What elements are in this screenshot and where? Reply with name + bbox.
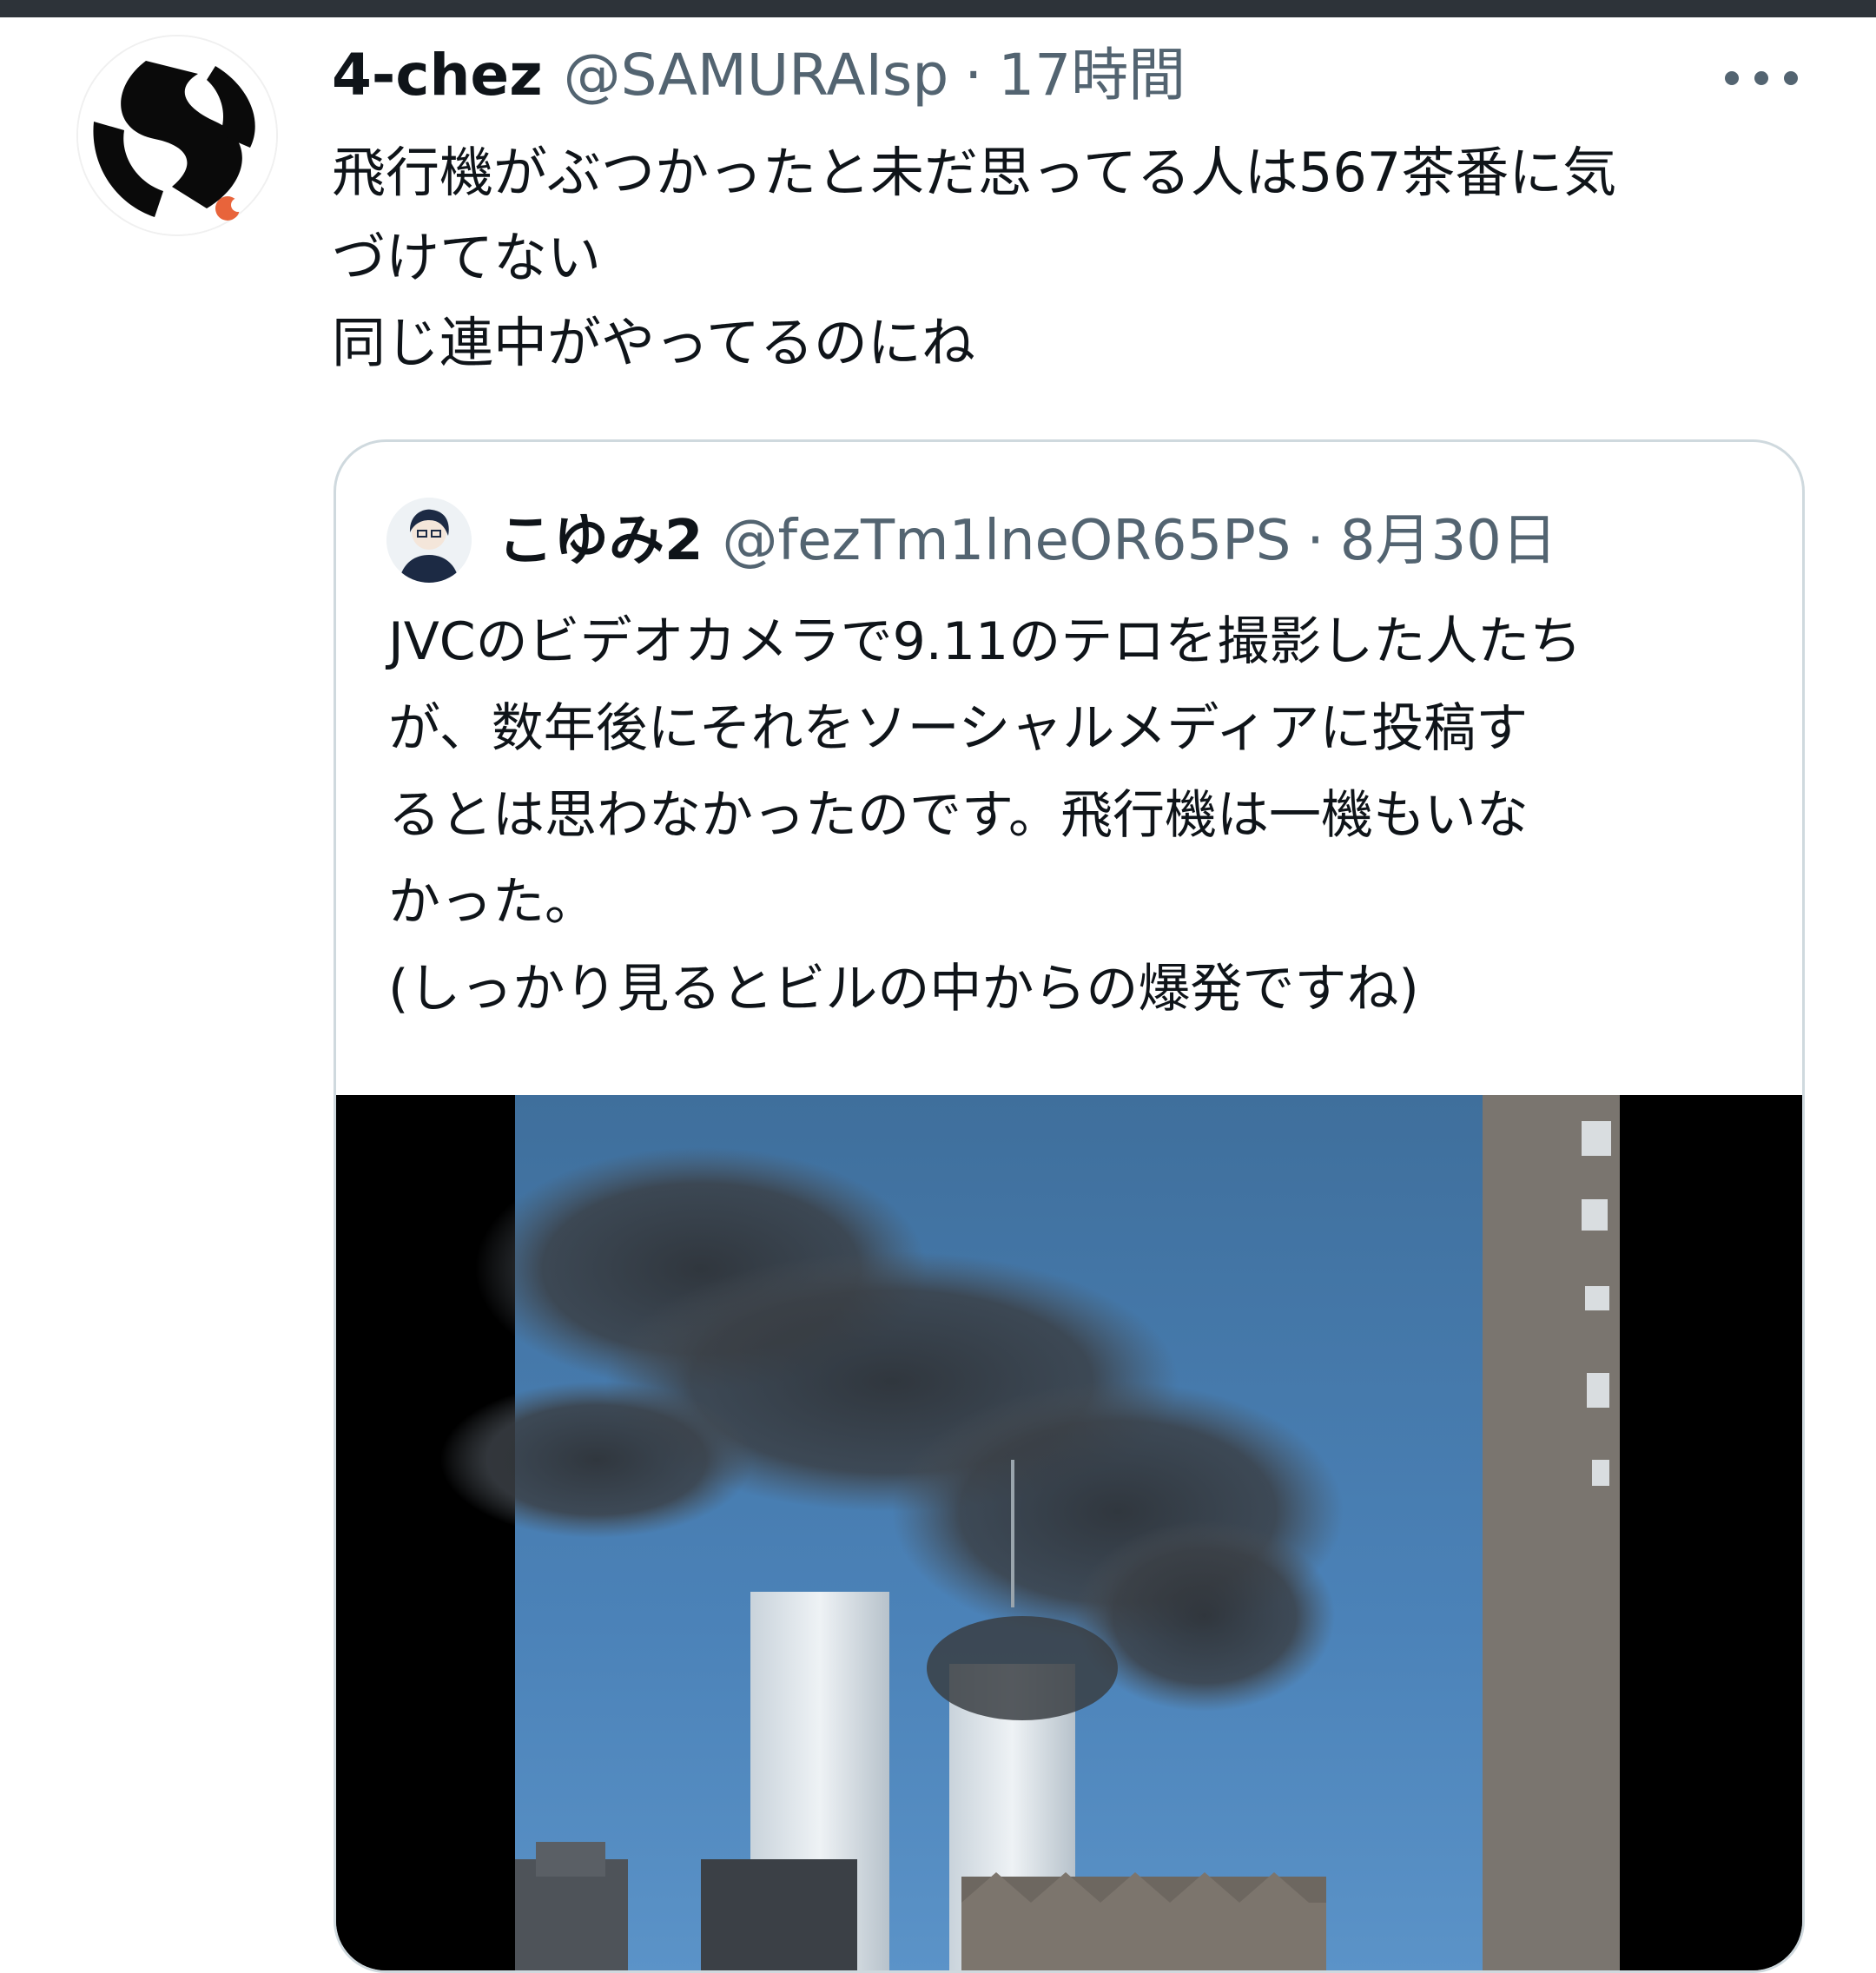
tweet-text-line: 飛行機がぶつかったと未だ思ってる人は567茶番に気 xyxy=(332,141,1617,204)
quoted-text-line: るとは思わなかったのです。飛行機は一機もいな xyxy=(388,785,1529,846)
quoted-display-name[interactable]: こゆみ2 xyxy=(498,499,704,583)
quoted-text-line: JVCのビデオカメラで9.11のテロを撮影した人たち xyxy=(388,611,1582,672)
tweet-text-line: 同じ連中がやってるのにね xyxy=(332,311,975,374)
more-options-button[interactable] xyxy=(1725,54,1798,102)
author-avatar[interactable] xyxy=(76,35,278,236)
more-dots-icon xyxy=(1754,71,1768,85)
video-media[interactable] xyxy=(336,1095,1802,1970)
tweet-header: 4-chez @SAMURAIsp · 17時間 xyxy=(332,36,1186,115)
more-dots-icon xyxy=(1725,71,1739,85)
quoted-tweet-body: JVCのビデオカメラで9.11のテロを撮影した人たち が、数年後にそれをソーシャ… xyxy=(388,598,1778,1033)
more-dots-icon xyxy=(1784,71,1798,85)
quoted-handle[interactable]: @fezTm1lneOR65PS xyxy=(723,499,1291,583)
author-handle[interactable]: @SAMURAIsp xyxy=(564,36,949,115)
logo-avatar-icon xyxy=(78,36,276,234)
tweet-text-line: づけてない xyxy=(332,226,602,289)
quoted-date[interactable]: 8月30日 xyxy=(1340,499,1557,583)
quoted-text-line: (しっかり見るとビルの中からの爆発ですね) xyxy=(388,959,1419,1019)
header-separator: · xyxy=(964,42,983,109)
tweet-body: 飛行機がぶつかったと未だ思ってる人は567茶番に気 づけてない 同じ連中がやって… xyxy=(332,130,1774,386)
quoted-text-line: かった。 xyxy=(388,872,597,933)
status-bar-strip xyxy=(0,0,1876,17)
quoted-author-avatar[interactable] xyxy=(386,498,472,583)
quoted-tweet-header: こゆみ2 @fezTm1lneOR65PS · 8月30日 xyxy=(498,499,1557,583)
person-avatar-icon xyxy=(386,498,472,583)
video-thumbnail-image xyxy=(336,1095,1802,1970)
quoted-text-line: が、数年後にそれをソーシャルメディアに投稿す xyxy=(388,698,1529,759)
author-display-name[interactable]: 4-chez xyxy=(332,36,543,115)
tweet-timestamp[interactable]: 17時間 xyxy=(998,36,1186,115)
quoted-tweet-card[interactable]: こゆみ2 @fezTm1lneOR65PS · 8月30日 JVCのビデオカメラ… xyxy=(334,439,1805,1973)
quoted-header-separator: · xyxy=(1306,509,1324,573)
